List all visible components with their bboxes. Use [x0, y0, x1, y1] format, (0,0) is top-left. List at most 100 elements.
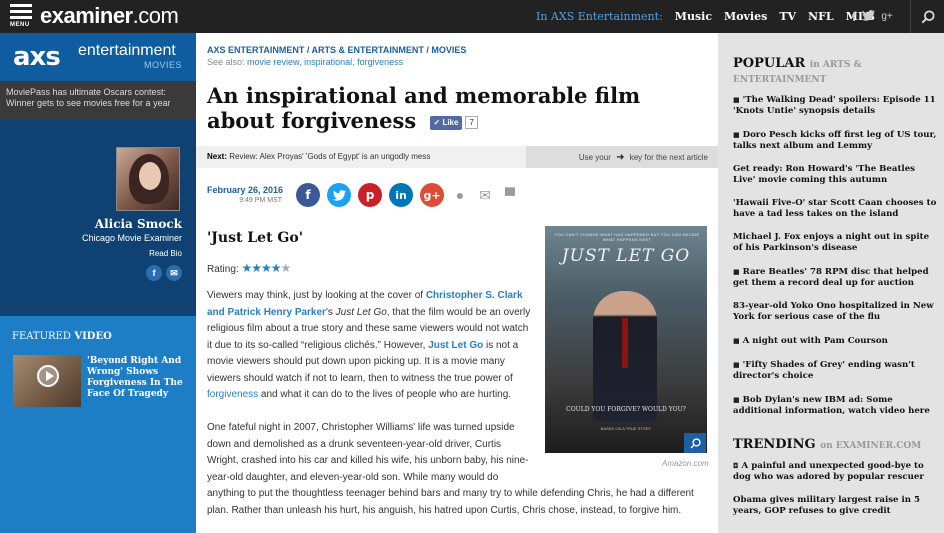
star-empty-icon: ★	[280, 261, 292, 275]
hamburger-icon	[10, 4, 32, 7]
author-facebook-icon[interactable]: f	[146, 265, 162, 281]
video-camera-icon: ■	[733, 336, 740, 345]
star-filled-icon: ★	[261, 261, 272, 275]
trending-item[interactable]: Obama gives military largest raise in 5 …	[733, 495, 938, 517]
twitter-icon[interactable]	[862, 9, 876, 24]
popular-item[interactable]: ■ 'The Walking Dead' spoilers: Episode 11…	[733, 94, 938, 117]
star-filled-icon: ★	[241, 261, 252, 275]
see-also-links[interactable]: movie review, inspirational, forgiveness	[247, 57, 403, 67]
video-camera-icon: ■	[733, 360, 740, 369]
popular-item[interactable]: ■ Bob Dylan's new IBM ad: Some additional…	[733, 394, 938, 417]
poster-title: JUST LET GO	[561, 246, 691, 266]
axs-movies-label: MOVIES	[143, 60, 182, 70]
nav-music[interactable]: Music	[675, 10, 712, 23]
popular-heading: POPULAR in ARTS & ENTERTAINMENT	[733, 56, 862, 85]
axs-channel-header[interactable]: axs entertainment MOVIES	[0, 33, 196, 81]
poster-top-text: YOU CAN'T CHANGE WHAT HAS HAPPENED BUT Y…	[554, 232, 700, 242]
author-name[interactable]: Alicia Smock	[95, 217, 182, 231]
video-camera-icon: ■	[733, 267, 740, 276]
publish-date-block: February 26, 2016 9:49 PM MST	[207, 185, 287, 204]
author-card: Alicia Smock Chicago Movie Examiner Read…	[0, 145, 196, 305]
section-nav: In AXS Entertainment: Music Movies TV NF…	[536, 0, 875, 33]
share-google-plus-icon[interactable]: g+	[420, 183, 444, 207]
popular-list: ■ 'The Walking Dead' spoilers: Episode 11…	[733, 94, 938, 429]
author-social: f ✉	[146, 265, 182, 281]
featured-video-section: FEATURED VIDEO 'Beyond Right And Wrong' …	[0, 316, 196, 533]
featured-video-thumbnail[interactable]	[13, 355, 81, 407]
featured-video-caption[interactable]: 'Beyond Right And Wrong' Shows Forgivene…	[87, 356, 187, 400]
movie-poster-image[interactable]: YOU CAN'T CHANGE WHAT HAS HAPPENED BUT Y…	[545, 226, 707, 453]
print-icon[interactable]: ▀	[501, 186, 519, 204]
popular-item[interactable]: ■ Doro Pesch kicks off first leg of US to…	[733, 129, 938, 152]
google-plus-icon[interactable]: g+	[881, 11, 892, 22]
popular-item[interactable]: 83-year-old Yoko Ono hospitalized in New…	[733, 301, 938, 323]
author-avatar[interactable]	[116, 147, 180, 211]
nav-movies[interactable]: Movies	[724, 10, 767, 23]
star-filled-icon: ★	[251, 261, 262, 275]
featured-video-title: FEATURED VIDEO	[12, 331, 112, 342]
next-article-bar: Next: Review: Alex Proyas' 'Gods of Egyp…	[196, 146, 718, 168]
facebook-like-button[interactable]: ✓ Like	[429, 115, 463, 130]
popular-item[interactable]: Michael J. Fox enjoys a night out in spi…	[733, 232, 938, 254]
read-bio-link[interactable]: Read Bio	[149, 249, 182, 258]
publish-time: 9:49 PM MST	[239, 197, 282, 204]
video-camera-icon: ■	[733, 395, 740, 404]
keyboard-hint: Use your ➜ key for the next article	[526, 146, 718, 168]
promo-link[interactable]: MoviePass has ultimate Oscars contest: W…	[0, 81, 196, 120]
email-icon[interactable]: ✉	[476, 186, 494, 204]
paragraph-1: Viewers may think, just by looking at th…	[207, 290, 531, 400]
video-camera-icon: ■	[733, 130, 740, 139]
camera-icon: ◘	[733, 461, 739, 470]
poster-tagline: COULD YOU FORGIVE? WOULD YOU?	[566, 406, 686, 413]
article-headline: An inspirational and memorable film abou…	[207, 83, 641, 133]
poster-subtext: BASED ON A TRUE STORY	[600, 426, 652, 431]
rating: Rating: ★★★★★	[207, 261, 292, 275]
article-body: Viewers may think, just by looking at th…	[207, 288, 532, 415]
section-nav-label[interactable]: In AXS Entertainment:	[536, 10, 663, 23]
popular-item[interactable]: ■ A night out with Pam Courson	[733, 335, 938, 347]
top-social-links: f g+	[852, 0, 893, 33]
author-role: Chicago Movie Examiner	[81, 233, 182, 243]
arrow-right-icon: ➜	[616, 152, 625, 163]
author-email-icon[interactable]: ✉	[166, 265, 182, 281]
left-sidebar: axs entertainment MOVIES MoviePass has u…	[0, 33, 196, 533]
comment-icon[interactable]: ●	[451, 186, 469, 204]
image-zoom-button[interactable]	[684, 433, 706, 453]
rating-stars: ★★★★★	[241, 261, 292, 275]
nav-nfl[interactable]: NFL	[808, 10, 834, 23]
like-count: 7	[465, 116, 478, 129]
trending-heading: TRENDING on EXAMINER.COM	[733, 437, 922, 452]
film-title-link[interactable]: Just Let Go	[428, 340, 483, 351]
popular-item[interactable]: Get ready: Ron Howard's 'The Beatles Liv…	[733, 164, 938, 186]
next-article-link[interactable]: Next: Review: Alex Proyas' 'Gods of Egyp…	[196, 146, 526, 168]
menu-button[interactable]: MENU	[10, 4, 32, 30]
share-facebook-icon[interactable]: f	[296, 183, 320, 207]
share-twitter-icon[interactable]	[327, 183, 351, 207]
search-button[interactable]	[910, 0, 944, 33]
menu-label: MENU	[10, 22, 30, 28]
share-bar: f p in g+ ● ✉ ▀	[296, 183, 519, 207]
axs-entertainment-label: entertainment	[78, 42, 176, 59]
share-linkedin-icon[interactable]: in	[389, 183, 413, 207]
top-navigation-bar: MENU examiner.com In AXS Entertainment: …	[0, 0, 944, 33]
right-sidebar: POPULAR in ARTS & ENTERTAINMENT ■ 'The Wa…	[718, 33, 944, 533]
see-also: See also: movie review, inspirational, f…	[207, 57, 404, 67]
search-icon	[921, 9, 935, 23]
video-camera-icon: ■	[733, 95, 740, 104]
article-main: AXS ENTERTAINMENT / ARTS & ENTERTAINMENT…	[196, 33, 718, 533]
article-subhead: 'Just Let Go'	[207, 230, 303, 246]
popular-item[interactable]: 'Hawaii Five-O' star Scott Caan chooses …	[733, 198, 938, 220]
trending-item[interactable]: ◘ A painful and unexpected good-bye to do…	[733, 460, 938, 483]
nav-tv[interactable]: TV	[779, 10, 796, 23]
image-credit: Amazon.com	[662, 459, 709, 468]
popular-item[interactable]: ■ Rare Beatles' 78 RPM disc that helped g…	[733, 266, 938, 289]
breadcrumb[interactable]: AXS ENTERTAINMENT / ARTS & ENTERTAINMENT…	[207, 45, 466, 55]
zoom-icon	[689, 437, 701, 449]
forgiveness-link[interactable]: forgiveness	[207, 389, 258, 400]
popular-item[interactable]: ■ 'Fifty Shades of Grey' ending wasn't di…	[733, 359, 938, 382]
axs-logo: axs	[13, 42, 61, 72]
play-icon	[37, 365, 59, 387]
facebook-icon[interactable]: f	[852, 9, 856, 24]
examiner-logo[interactable]: examiner.com	[40, 3, 179, 29]
share-pinterest-icon[interactable]: p	[358, 183, 382, 207]
